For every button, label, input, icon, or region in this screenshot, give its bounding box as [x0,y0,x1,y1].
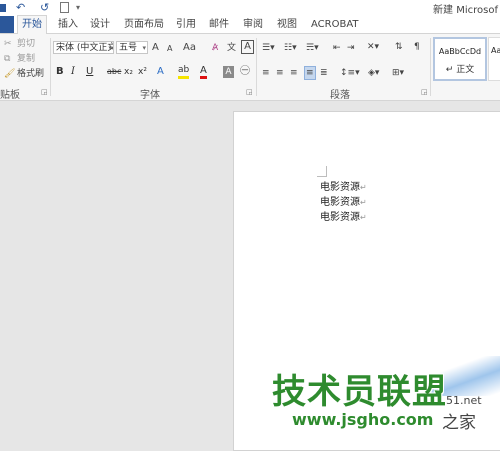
ribbon-tab-bar: 开始 插入 设计 页面布局 引用 邮件 审阅 视图 ACROBAT [0,15,500,34]
watermark-brand: 技术员联盟 [272,372,447,412]
subscript-button[interactable]: x₂ [124,65,133,79]
watermark-tail-bottom: 之家 [442,413,476,433]
font-name-value: 宋体 (中文正文 [56,43,114,53]
format-painter-button[interactable]: 格式刷 [17,68,44,80]
style-normal[interactable]: AaBbCcDd ↵ 正文 [433,37,487,81]
group-divider [50,38,51,96]
cut-icon[interactable]: ✂ [4,38,12,50]
font-color-icon[interactable]: A [200,65,207,79]
ribbon: ✂ 剪切 ⧉ 复制 🖌 格式刷 贴板 ◲ 宋体 (中文正文 ▾ 五号 ▾ A A… [0,34,500,101]
borders-icon[interactable]: ⊞▾ [392,67,404,79]
clipboard-launcher-icon[interactable]: ◲ [41,88,48,96]
distributed-icon[interactable]: ≣ [320,67,328,79]
increase-indent-icon[interactable]: ⇥ [347,42,355,54]
tab-insert[interactable]: 插入 [58,16,78,33]
clear-formatting-icon[interactable]: A̷ [212,42,218,54]
multilevel-list-icon[interactable]: ☴▾ [306,42,319,54]
tab-view[interactable]: 视图 [277,16,297,33]
decrease-indent-icon[interactable]: ⇤ [333,42,341,54]
style-normal-label: ↵ 正文 [445,65,475,75]
style-normal-preview: AaBbCcDd [438,47,482,56]
paragraph-launcher-icon[interactable]: ◲ [421,88,428,96]
file-tab[interactable] [0,16,14,33]
chevron-down-icon: ▾ [142,44,146,52]
enclose-characters-icon[interactable]: ㊀ [240,65,250,79]
chevron-down-icon: ▾ [108,44,112,52]
format-painter-icon[interactable]: 🖌 [4,68,15,80]
title-bar: ↶ ↺ ▾ 新建 Microsof [0,0,500,16]
tab-acrobat[interactable]: ACROBAT [311,16,359,33]
watermark-url: www.jsgho.com [292,410,434,429]
align-right-icon[interactable]: ≡ [290,67,298,79]
paragraph-group-label: 段落 [330,90,350,101]
align-left-icon[interactable]: ≡ [262,67,270,79]
qat-customize-icon[interactable]: ▾ [76,1,80,15]
italic-button[interactable]: I [71,65,75,79]
chinese-layout-icon[interactable]: ✕▾ [367,41,379,53]
align-center-icon[interactable]: ≡ [276,67,284,79]
style-next[interactable]: AaBb [488,37,500,81]
character-border-icon[interactable]: A [241,40,254,54]
margin-corner-mark [317,176,327,177]
new-document-icon[interactable] [60,2,69,13]
tab-home[interactable]: 开始 [17,15,47,34]
tab-page-layout[interactable]: 页面布局 [124,16,164,33]
paragraph-mark: ↵ [360,213,367,222]
document-line[interactable]: 电影资源↵ [320,211,367,224]
margin-corner-mark [326,166,327,176]
grow-font-button[interactable]: A [152,42,159,54]
shrink-font-button[interactable]: A [167,43,172,55]
tab-mailings[interactable]: 邮件 [209,16,229,33]
document-line[interactable]: 电影资源↵ [320,196,367,209]
copy-button[interactable]: 复制 [17,53,35,65]
document-title: 新建 Microsof [433,5,498,16]
clipboard-group-label: 贴板 [0,90,20,101]
bold-button[interactable]: B [56,65,64,79]
strikethrough-button[interactable]: abc [107,65,121,79]
phonetic-guide-icon[interactable]: 文 [227,42,236,54]
redo-icon[interactable]: ↺ [40,1,49,15]
shading-icon[interactable]: ◈▾ [368,67,379,79]
watermark: 技术员联盟 www.jsgho.com 51.net 之家 [268,360,500,434]
change-case-button[interactable]: Aa [183,42,196,54]
undo-icon[interactable]: ↶ [16,1,25,15]
text-effects-icon[interactable]: A [157,65,164,79]
style-next-preview: AaBb [491,46,500,55]
sort-icon[interactable]: ⇅ [395,41,403,53]
paragraph-mark: ↵ [360,198,367,207]
font-group-label: 字体 [140,90,160,101]
underline-button[interactable]: U [86,65,93,79]
font-size-value: 五号 [119,43,138,53]
save-icon[interactable] [0,4,6,12]
highlight-color-icon[interactable]: ab [178,65,190,79]
superscript-button[interactable]: x² [138,65,147,79]
character-shading-icon[interactable]: A [223,66,234,78]
cut-button[interactable]: 剪切 [17,38,35,50]
line-spacing-icon[interactable]: ↕≡▾ [340,67,360,79]
font-launcher-icon[interactable]: ◲ [246,88,253,96]
group-divider [430,38,431,96]
copy-icon[interactable]: ⧉ [4,53,10,65]
watermark-tail-top: 51.net [446,394,482,407]
font-size-select[interactable]: 五号 ▾ [116,41,148,54]
bullets-icon[interactable]: ☰▾ [262,42,275,54]
show-marks-icon[interactable]: ¶ [414,41,420,53]
paragraph-mark: ↵ [360,183,367,192]
numbering-icon[interactable]: ☷▾ [284,42,297,54]
tab-design[interactable]: 设计 [90,16,110,33]
tab-references[interactable]: 引用 [176,16,196,33]
tab-review[interactable]: 审阅 [243,16,263,33]
font-name-select[interactable]: 宋体 (中文正文 ▾ [53,41,114,54]
document-line[interactable]: 电影资源↵ [320,181,367,194]
justify-icon[interactable]: ≡ [304,66,316,80]
group-divider [256,38,257,96]
